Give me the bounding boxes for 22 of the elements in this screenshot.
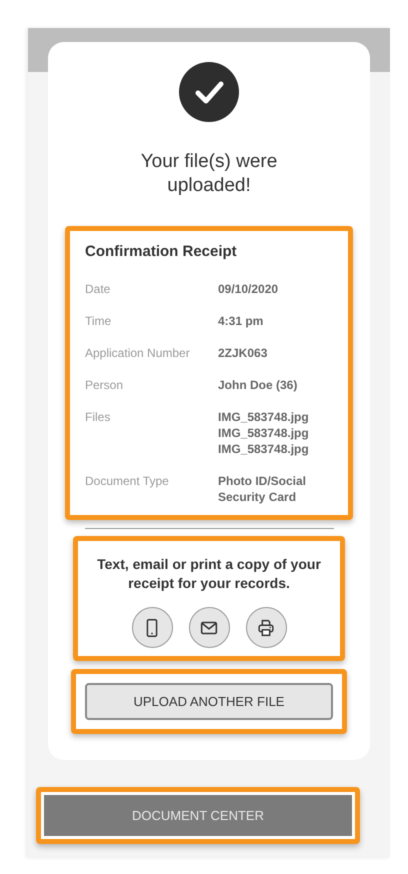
field-label: Document Type bbox=[85, 473, 170, 490]
field-value: John Doe (36) bbox=[218, 377, 298, 393]
field-label: Application Number bbox=[85, 345, 191, 361]
field-label: Time bbox=[85, 313, 112, 329]
share-text: Text, email or print a copy of your receipt for your records. bbox=[96, 555, 322, 593]
field-value: IMG_583748.jpg bbox=[218, 425, 310, 441]
field-value: Photo ID/Social Security Card bbox=[218, 473, 308, 505]
field-value: 2ZJK063 bbox=[218, 345, 268, 361]
print-button[interactable] bbox=[246, 607, 286, 648]
field-value: IMG_583748.jpg bbox=[218, 441, 310, 457]
phone-button[interactable] bbox=[132, 607, 172, 648]
field-value: IMG_583748.jpg bbox=[218, 409, 310, 425]
field-label: Person bbox=[85, 377, 124, 393]
receipt-title: Confirmation Receipt bbox=[85, 243, 238, 261]
checkmark-icon bbox=[179, 62, 239, 122]
success-heading: Your file(s) were uploaded! bbox=[140, 150, 278, 198]
email-button[interactable] bbox=[188, 607, 230, 648]
field-value: 09/10/2020 bbox=[218, 281, 280, 297]
field-label: Date bbox=[85, 281, 112, 297]
field-value: 4:31 pm bbox=[218, 313, 264, 329]
field-label: Files bbox=[85, 409, 112, 426]
upload-another-file-button[interactable]: UPLOAD ANOTHER FILE bbox=[85, 683, 333, 720]
